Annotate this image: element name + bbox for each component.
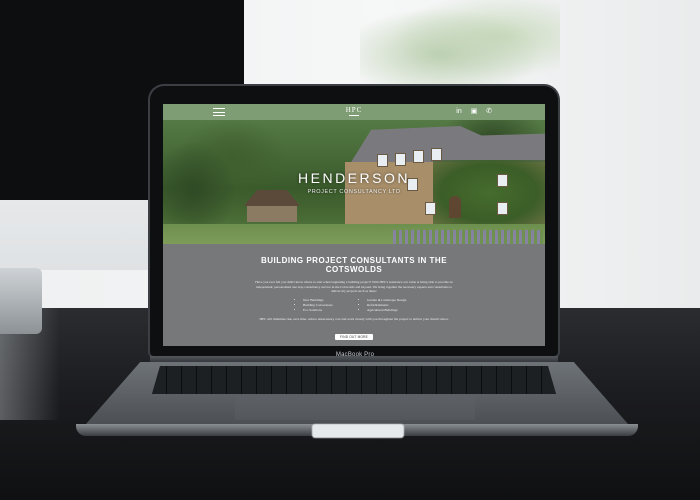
side-device [0, 268, 42, 334]
hero-subtitle: PROJECT CONSULTANCY LTD [307, 189, 401, 195]
house-window [413, 150, 424, 163]
phone-icon[interactable]: ✆ [485, 108, 493, 116]
closing-paragraph: HPC will minimise risk, save time, reduc… [259, 317, 449, 321]
intro-paragraph: Have you ever felt you didn't know where… [255, 280, 453, 294]
house-window [395, 153, 406, 166]
laptop-trackpad [235, 396, 475, 420]
house-window [497, 202, 508, 215]
menu-icon[interactable] [213, 108, 225, 116]
services-list-left: New Buildings Building Conversions Eco S… [297, 298, 333, 313]
house-window [425, 202, 436, 215]
instagram-icon[interactable]: ▣ [470, 108, 478, 116]
service-item: Agricultural Buildings [367, 308, 406, 313]
house-door [449, 196, 461, 218]
plant [360, 0, 560, 90]
section-heading: BUILDING PROJECT CONSULTANTS IN THE COTS… [260, 256, 448, 274]
house-window [431, 148, 442, 161]
hero-title: HENDERSON [298, 170, 410, 186]
laptop-keyboard [152, 366, 556, 394]
hero-image: HENDERSON PROJECT CONSULTANCY LTD [163, 120, 545, 244]
service-item: Eco Solutions [303, 308, 333, 313]
front-reflection [312, 424, 404, 438]
linkedin-icon[interactable]: in [455, 108, 463, 116]
intro-section: BUILDING PROJECT CONSULTANTS IN THE COTS… [163, 244, 545, 346]
laptop-screen: HPC in ▣ ✆ HENDERSON PROJECT CONSULTANCY… [163, 104, 545, 346]
house-window [377, 154, 388, 167]
find-out-more-button[interactable]: FIND OUT MORE [335, 334, 373, 340]
gazebo-base [247, 206, 297, 222]
flower-bed [393, 230, 543, 244]
site-navbar: HPC in ▣ ✆ [163, 104, 545, 120]
services-list-right: Garden & Landscape Design Refurbishments… [361, 298, 406, 313]
